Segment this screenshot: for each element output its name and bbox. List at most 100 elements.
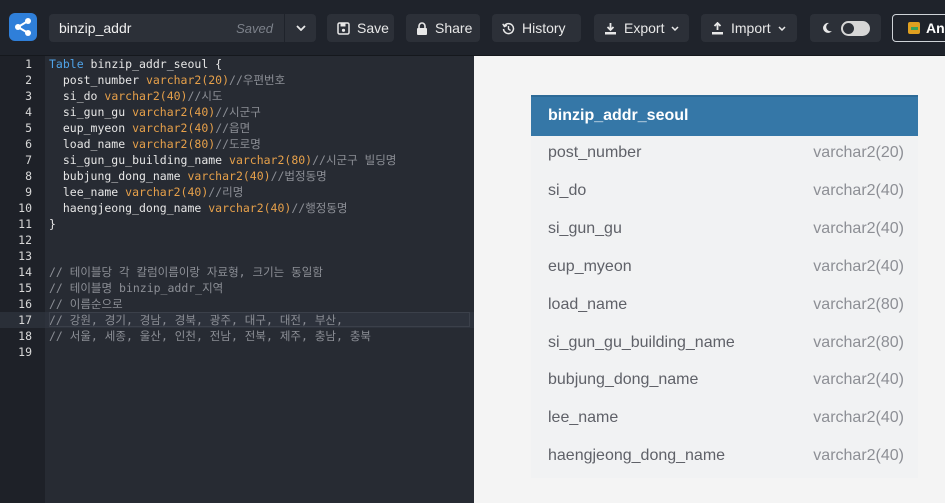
theme-toggle[interactable] <box>810 14 881 42</box>
editor-line[interactable]: 10 haengjeong_dong_name varchar2(40)//행정… <box>0 200 474 216</box>
analyze-icon <box>908 22 920 34</box>
history-button[interactable]: History <box>492 14 581 42</box>
table-header[interactable]: binzip_addr_seoul <box>531 95 918 136</box>
line-number: 3 <box>25 89 32 103</box>
line-number: 16 <box>18 297 32 311</box>
table-column-row[interactable]: si_gun_gu varchar2(40) <box>531 212 918 250</box>
app-logo[interactable] <box>9 13 37 41</box>
column-type: varchar2(40) <box>813 409 904 427</box>
line-number: 14 <box>18 265 32 279</box>
editor-line[interactable]: 9 lee_name varchar2(40)//리명 <box>0 184 474 200</box>
editor-line[interactable]: 13 <box>0 248 474 264</box>
code-text: eup_myeon varchar2(40)//읍면 <box>49 121 251 135</box>
code-text: // 이름순으로 <box>49 297 123 311</box>
document-name-field[interactable]: binzip_addr Saved <box>49 14 284 42</box>
column-name: lee_name <box>548 409 619 427</box>
line-number: 17 <box>0 312 45 328</box>
line-number: 9 <box>25 185 32 199</box>
table-column-row[interactable]: lee_name varchar2(40) <box>531 401 918 439</box>
editor-line[interactable]: 18 // 서울, 세종, 울산, 인천, 전남, 전북, 제주, 충남, 충북 <box>0 328 474 344</box>
column-type: varchar2(40) <box>813 257 904 275</box>
editor-line[interactable]: 3 si_do varchar2(40)//시도 <box>0 88 474 104</box>
code-text: // 강원, 경기, 경남, 경북, 광주, 대구, 대전, 부산, <box>49 313 343 327</box>
code-text: bubjung_dong_name varchar2(40)//법정동명 <box>49 169 327 183</box>
line-number: 10 <box>18 201 32 215</box>
editor-line[interactable]: 14 // 테이블당 각 칼럼이름이랑 자료형, 크기는 동일함 <box>0 264 474 280</box>
line-number: 19 <box>18 345 32 359</box>
line-number: 15 <box>18 281 32 295</box>
editor-line[interactable]: 12 <box>0 232 474 248</box>
code-text: // 테이블당 각 칼럼이름이랑 자료형, 크기는 동일함 <box>49 265 323 279</box>
line-number: 13 <box>18 249 32 263</box>
column-type: varchar2(40) <box>813 371 904 389</box>
line-number: 5 <box>25 121 32 135</box>
theme-toggle-knob <box>843 23 854 34</box>
table-card[interactable]: binzip_addr_seoul post_number varchar2(20… <box>531 95 918 478</box>
code-text: // 테이블명 binzip_addr_지역 <box>49 281 224 295</box>
moon-icon <box>823 22 832 33</box>
editor-line[interactable]: 15 // 테이블명 binzip_addr_지역 <box>0 280 474 296</box>
code-text: // 서울, 세종, 울산, 인천, 전남, 전북, 제주, 충남, 충북 <box>49 329 371 343</box>
column-type: varchar2(40) <box>813 447 904 465</box>
table-column-row[interactable]: eup_myeon varchar2(40) <box>531 250 918 288</box>
code-text: si_gun_gu_building_name varchar2(80)//시군… <box>49 153 397 167</box>
editor-line[interactable]: 4 si_gun_gu varchar2(40)//시군구 <box>0 104 474 120</box>
editor-line[interactable]: 7 si_gun_gu_building_name varchar2(80)//… <box>0 152 474 168</box>
history-button-label: History <box>522 20 566 36</box>
save-button[interactable]: Save <box>327 14 394 42</box>
download-icon <box>605 22 616 34</box>
editor-line[interactable]: 17 // 강원, 경기, 경남, 경북, 광주, 대구, 대전, 부산, <box>0 312 474 328</box>
editor-line[interactable]: 5 eup_myeon varchar2(40)//읍면 <box>0 120 474 136</box>
editor-line[interactable]: 16 // 이름순으로 <box>0 296 474 312</box>
document-name: binzip_addr <box>59 20 132 36</box>
code-text: si_do varchar2(40)//시도 <box>49 89 223 103</box>
share-nodes-icon <box>15 18 31 36</box>
analyze-button[interactable]: Ana <box>892 14 945 42</box>
save-button-label: Save <box>357 20 389 36</box>
code-text: load_name varchar2(80)//도로명 <box>49 137 261 151</box>
table-column-row[interactable]: si_gun_gu_building_name varchar2(80) <box>531 326 918 364</box>
code-text: haengjeong_dong_name varchar2(40)//행정동명 <box>49 201 348 215</box>
import-button[interactable]: Import <box>701 14 797 42</box>
editor-line[interactable]: 6 load_name varchar2(80)//도로명 <box>0 136 474 152</box>
editor-line[interactable]: 2 post_number varchar2(20)//우편번호 <box>0 72 474 88</box>
save-status: Saved <box>236 21 273 36</box>
code-editor[interactable]: 1 Table binzip_addr_seoul {2 post_number … <box>0 56 474 503</box>
editor-line[interactable]: 11} <box>0 216 474 232</box>
lock-icon <box>417 21 427 35</box>
line-number: 18 <box>18 329 32 343</box>
table-name: binzip_addr_seoul <box>548 107 689 124</box>
table-column-row[interactable]: haengjeong_dong_name varchar2(40) <box>531 439 918 477</box>
top-toolbar: binzip_addr Saved Save Share History Exp… <box>0 0 945 56</box>
line-number: 4 <box>25 105 32 119</box>
column-name: eup_myeon <box>548 257 632 275</box>
column-type: varchar2(80) <box>813 295 904 313</box>
column-name: si_do <box>548 181 587 199</box>
analyze-button-label: Ana <box>926 20 945 36</box>
column-name: post_number <box>548 144 642 161</box>
line-number: 2 <box>25 73 32 87</box>
table-column-row[interactable]: si_do varchar2(40) <box>531 174 918 212</box>
editor-line[interactable]: 1 Table binzip_addr_seoul { <box>0 56 474 72</box>
export-button-label: Export <box>624 20 665 36</box>
column-name: haengjeong_dong_name <box>548 447 726 465</box>
export-button[interactable]: Export <box>594 14 689 42</box>
table-column-row[interactable]: load_name varchar2(80) <box>531 288 918 326</box>
code-text: Table binzip_addr_seoul { <box>49 57 223 71</box>
editor-line[interactable]: 19 <box>0 344 474 360</box>
document-menu-button[interactable] <box>285 14 316 42</box>
code-text: } <box>49 217 56 231</box>
table-column-row[interactable]: bubjung_dong_name varchar2(40) <box>531 363 918 401</box>
editor-line[interactable]: 8 bubjung_dong_name varchar2(40)//법정동명 <box>0 168 474 184</box>
chevron-down-icon <box>296 25 306 31</box>
theme-toggle-switch[interactable] <box>841 21 870 36</box>
history-icon <box>502 22 515 34</box>
line-number: 12 <box>18 233 32 247</box>
code-text: si_gun_gu varchar2(40)//시군구 <box>49 105 261 119</box>
line-number: 11 <box>18 217 32 231</box>
line-number: 6 <box>25 137 32 151</box>
table-column-row[interactable]: post_number varchar2(20) <box>531 136 918 174</box>
column-type: varchar2(80) <box>813 333 904 351</box>
upload-icon <box>712 21 723 34</box>
share-button[interactable]: Share <box>406 14 480 42</box>
